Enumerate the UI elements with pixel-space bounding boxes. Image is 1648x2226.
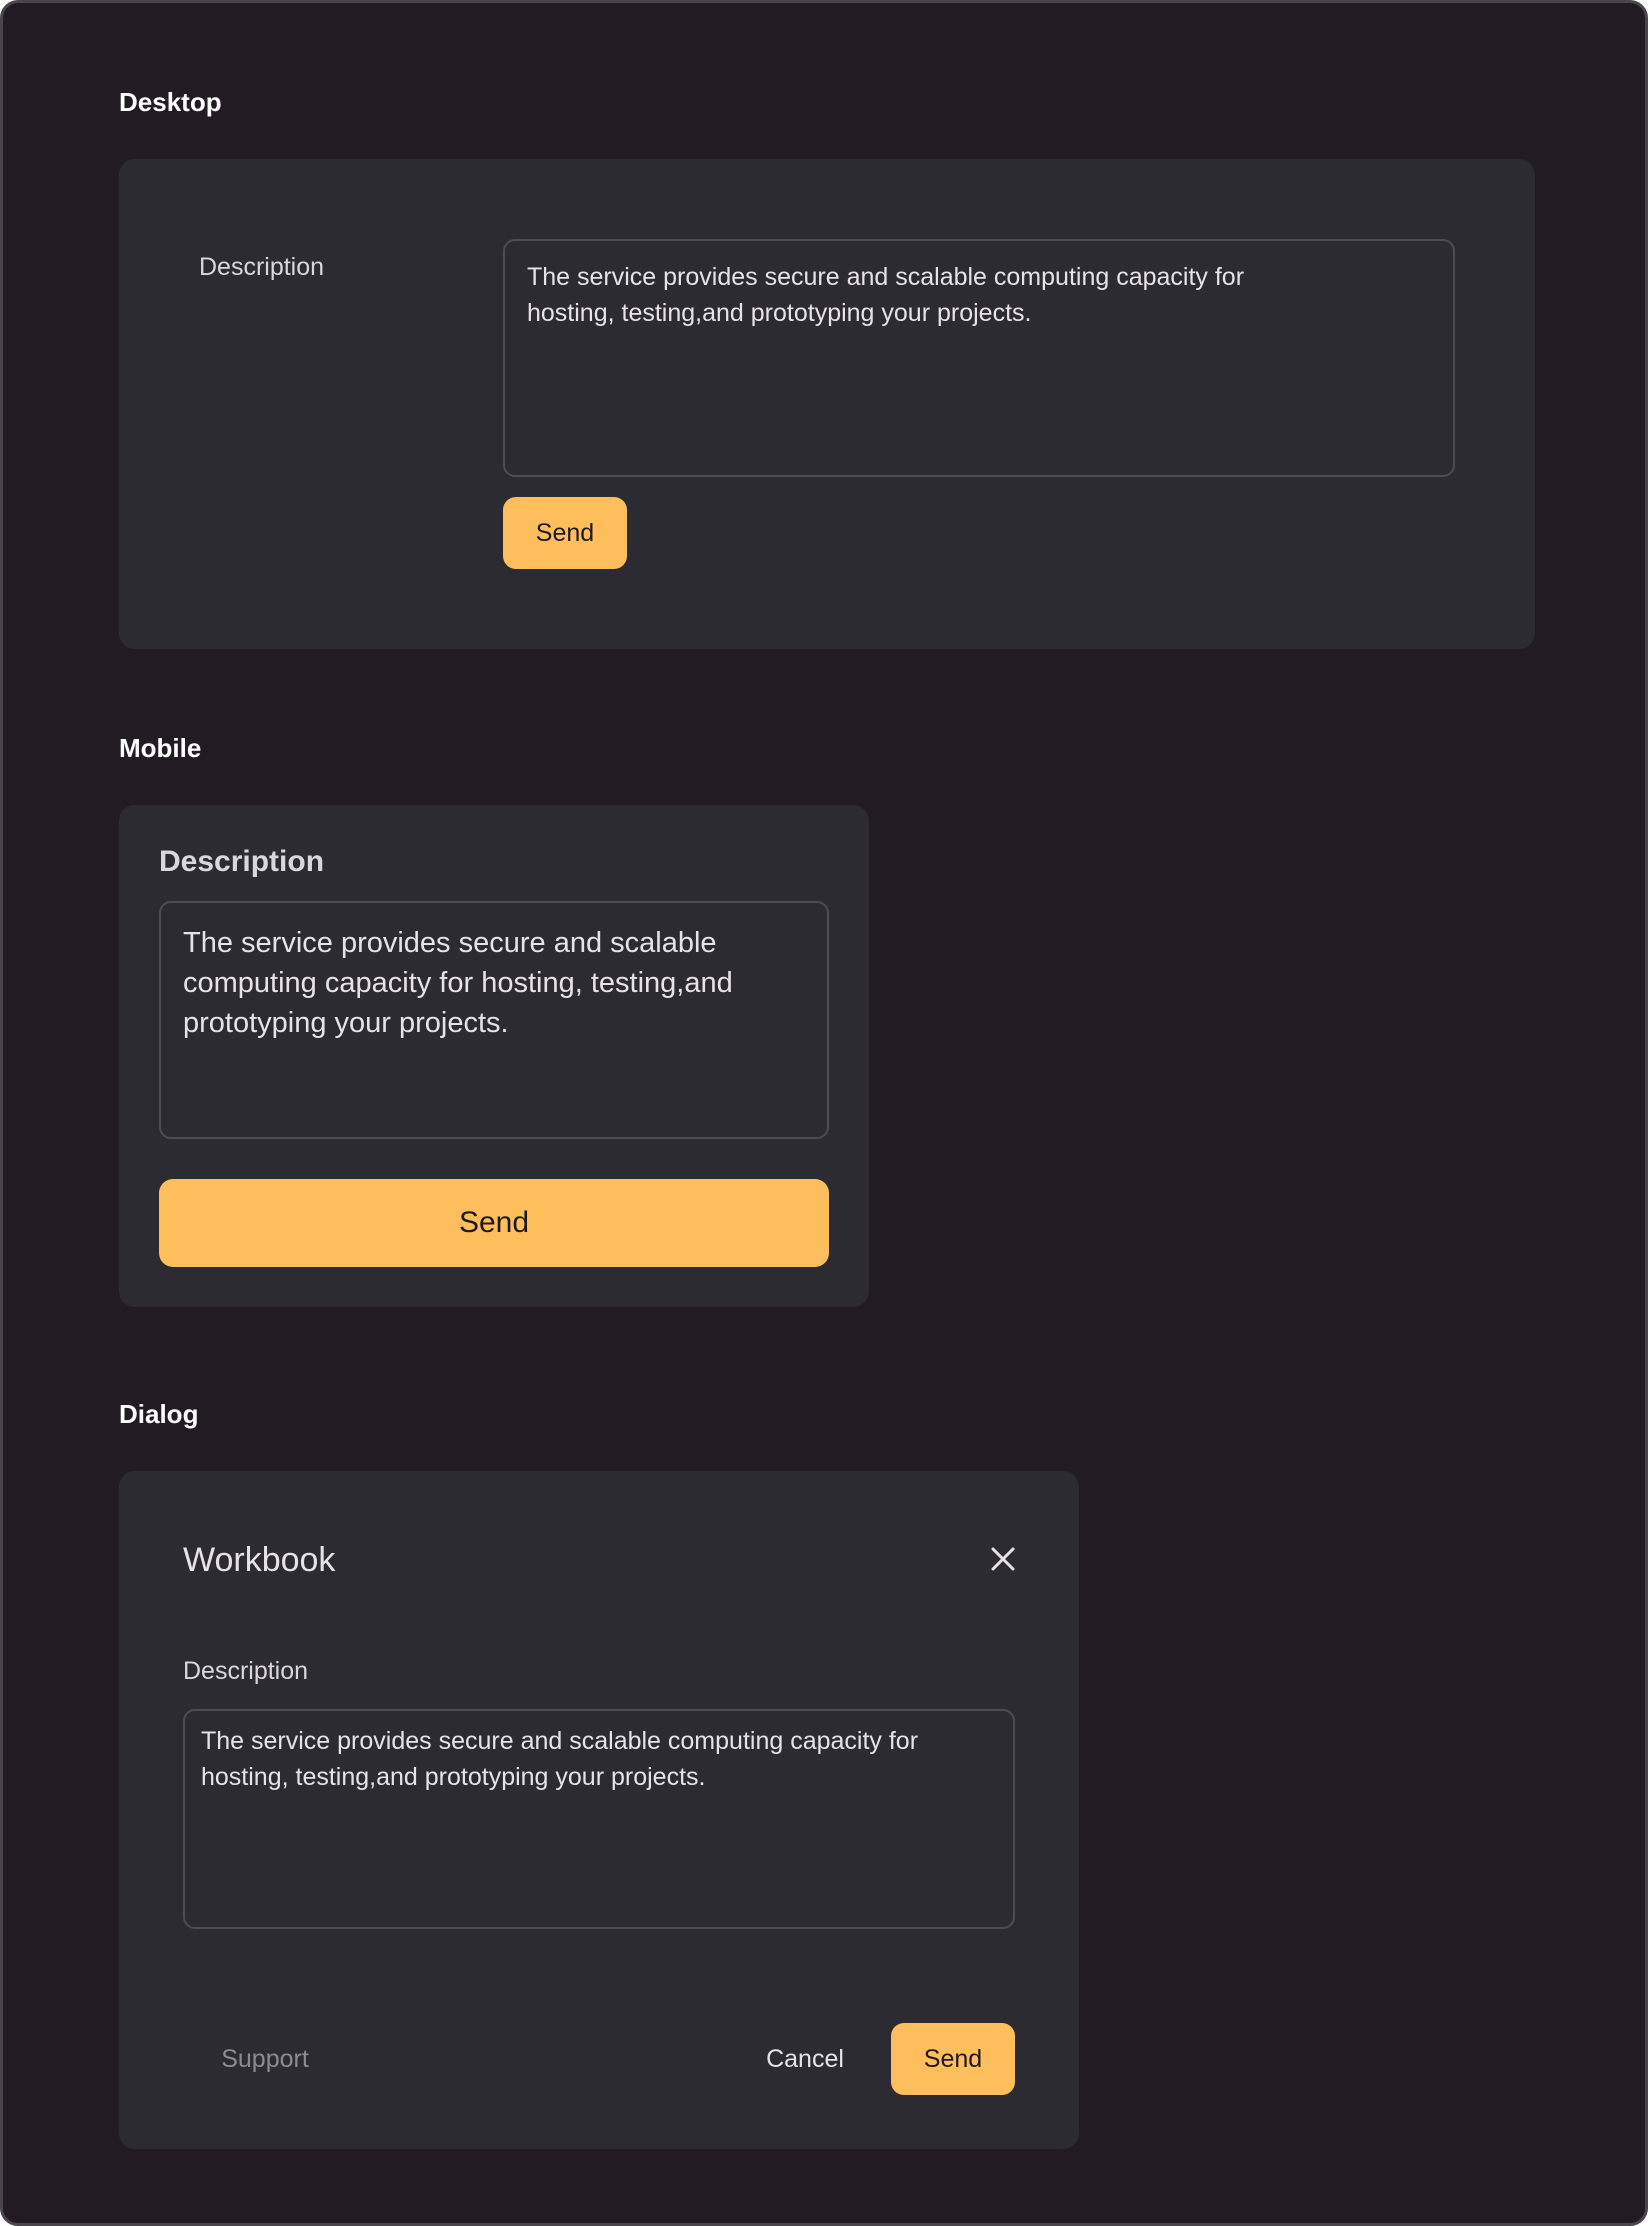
cancel-button[interactable]: Cancel	[735, 2023, 875, 2095]
description-label: Description	[199, 253, 325, 281]
support-button[interactable]: Support	[183, 2023, 347, 2095]
dialog-card: Workbook Description The service provide…	[119, 1471, 1079, 2149]
textarea-text: The service provides secure and scalable…	[183, 927, 733, 1039]
send-button[interactable]: Send	[159, 1179, 829, 1267]
section-title-mobile: Mobile	[119, 733, 202, 763]
send-button[interactable]: Send	[891, 2023, 1015, 2095]
desktop-card: Description The service provides secure …	[119, 159, 1535, 649]
description-textarea[interactable]: The service provides secure and scalable…	[159, 901, 829, 1139]
textarea-text: The service provides secure and scalable…	[201, 1727, 919, 1791]
close-icon[interactable]	[987, 1543, 1019, 1575]
section-title-desktop: Desktop	[119, 87, 222, 117]
send-button[interactable]: Send	[503, 497, 627, 569]
description-textarea[interactable]: The service provides secure and scalable…	[503, 239, 1455, 477]
description-textarea[interactable]: The service provides secure and scalable…	[183, 1709, 1015, 1929]
mobile-card: Description The service provides secure …	[119, 805, 869, 1307]
section-title-dialog: Dialog	[119, 1399, 199, 1429]
description-label: Description	[183, 1657, 309, 1685]
page-frame: Desktop Description The service provides…	[0, 0, 1648, 2226]
dialog-title: Workbook	[183, 1541, 336, 1579]
textarea-text: The service provides secure and scalable…	[527, 263, 1245, 327]
description-label: Description	[159, 845, 325, 878]
